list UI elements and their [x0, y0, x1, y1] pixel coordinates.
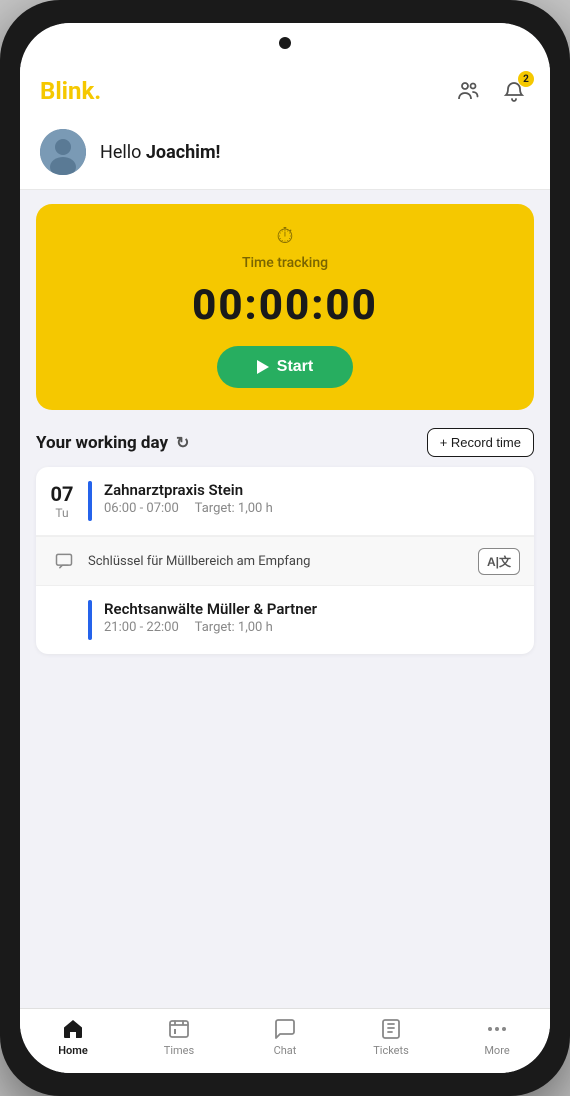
nav-item-times[interactable]: Times [149, 1017, 209, 1057]
team-icon [456, 79, 480, 103]
nav-label-more: More [484, 1044, 509, 1057]
comment-icon [54, 551, 74, 571]
nav-item-home[interactable]: Home [43, 1017, 103, 1057]
blue-bar-1 [88, 481, 92, 521]
blue-bar-2 [88, 600, 92, 640]
greeting-text: Hello Joachim! [100, 142, 220, 163]
home-icon [61, 1017, 85, 1041]
nav-label-chat: Chat [274, 1044, 297, 1057]
avatar-image [40, 129, 86, 175]
refresh-icon[interactable]: ↻ [176, 433, 189, 452]
app-logo: Blink. [40, 77, 101, 105]
phone-screen: Blink. [20, 23, 550, 1073]
notification-icon-button[interactable]: 2 [498, 75, 530, 107]
schedule-info-1: Zahnarztpraxis Stein 06:00 - 07:00 Targe… [104, 481, 520, 521]
clock-icon: ⏱ [276, 224, 293, 249]
start-button[interactable]: Start [217, 346, 353, 388]
header-icons: 2 [452, 75, 530, 107]
working-day-header: Your working day ↻ + Record time [20, 424, 550, 467]
chat-icon [273, 1017, 297, 1041]
nav-item-chat[interactable]: Chat [255, 1017, 315, 1057]
avatar [40, 129, 86, 175]
record-time-button[interactable]: + Record time [427, 428, 534, 457]
nav-label-times: Times [164, 1044, 194, 1057]
greeting-bar: Hello Joachim! [20, 119, 550, 190]
translate-button[interactable]: A|文 [478, 548, 520, 575]
nav-item-tickets[interactable]: Tickets [361, 1017, 421, 1057]
notification-badge: 2 [518, 71, 534, 87]
tickets-icon [379, 1017, 403, 1041]
nav-item-more[interactable]: More [467, 1017, 527, 1057]
schedule-item-2: Rechtsanwälte Müller & Partner 21:00 - 2… [36, 586, 534, 654]
app-content: Blink. [20, 63, 550, 1073]
time-display: 00:00:00 [192, 281, 378, 330]
times-icon [167, 1017, 191, 1041]
spacer [20, 664, 550, 1008]
message-text: Schlüssel für Müllbereich am Empfang [88, 554, 468, 569]
team-icon-button[interactable] [452, 75, 484, 107]
time-tracking-card: ⏱ Time tracking 00:00:00 Start [36, 204, 534, 410]
date-badge-1: 07 Tu [36, 481, 88, 521]
nav-label-home: Home [58, 1044, 88, 1057]
bottom-nav: Home Times Chat [20, 1008, 550, 1073]
more-icon [485, 1017, 509, 1041]
working-day-title: Your working day ↻ [36, 433, 189, 453]
play-icon [257, 360, 269, 374]
schedule-card: 07 Tu Zahnarztpraxis Stein 06:00 - 07:00… [36, 467, 534, 654]
schedule-info-2: Rechtsanwälte Müller & Partner 21:00 - 2… [104, 600, 520, 640]
nav-label-tickets: Tickets [373, 1044, 409, 1057]
time-tracking-label: Time tracking [242, 255, 328, 271]
header: Blink. [20, 63, 550, 119]
message-icon [50, 547, 78, 575]
camera-dot [279, 37, 291, 49]
status-bar [20, 23, 550, 63]
phone-frame: Blink. [0, 0, 570, 1096]
schedule-item-1: 07 Tu Zahnarztpraxis Stein 06:00 - 07:00… [36, 467, 534, 536]
date-badge-2 [36, 600, 88, 640]
message-row: Schlüssel für Müllbereich am Empfang A|文 [36, 536, 534, 586]
